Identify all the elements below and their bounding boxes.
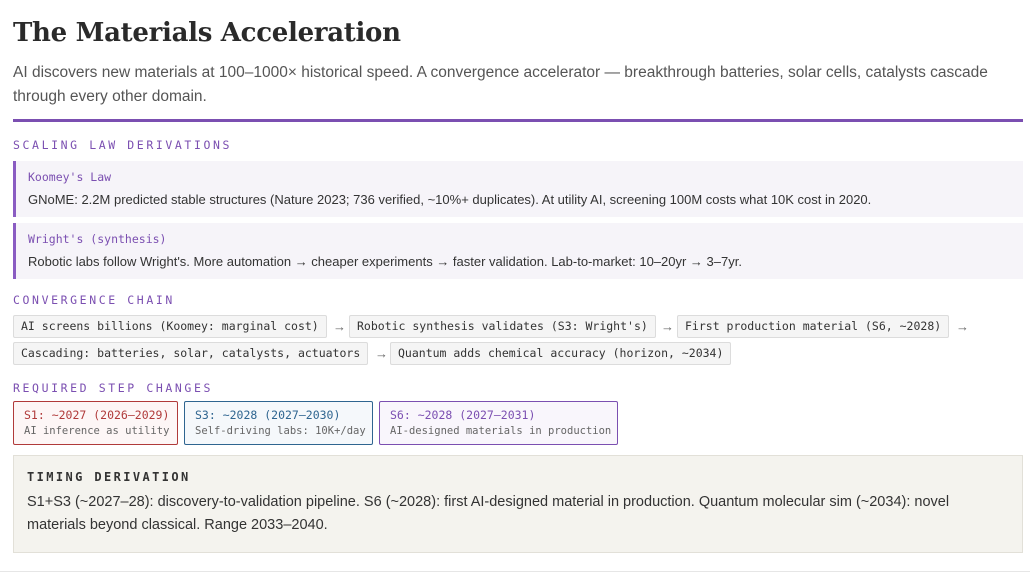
timing-derivation-panel: TIMING DERIVATION S1+S3 (~2027–28): disc…: [13, 455, 1023, 553]
step-name: S1: ~2027 (2026–2029): [24, 408, 170, 422]
timing-label: TIMING DERIVATION: [27, 470, 191, 484]
step-description: Self-driving labs: 10K+/day: [195, 425, 366, 437]
header-divider: [13, 119, 1023, 122]
step-name: S3: ~2028 (2027–2030): [195, 408, 341, 422]
section-label-scaling: SCALING LAW DERIVATIONS: [13, 138, 233, 152]
chain-arrow: →: [661, 319, 674, 334]
step-card-s6: S6: ~2028 (2027–2031) AI-designed materi…: [379, 401, 618, 445]
law-name: Koomey's Law: [28, 170, 112, 184]
footer-divider: [0, 571, 1030, 572]
chain-step: Quantum adds chemical accuracy (horizon,…: [390, 342, 732, 365]
step-description: AI-designed materials in production: [390, 425, 612, 437]
step-card-s3: S3: ~2028 (2027–2030) Self-driving labs:…: [184, 401, 373, 445]
law-description: GNoME: 2.2M predicted stable structures …: [28, 192, 872, 207]
page-subtitle: AI discovers new materials at 100–1000× …: [13, 64, 988, 105]
chain-arrow: →: [333, 319, 346, 334]
chain-step: Cascading: batteries, solar, catalysts, …: [13, 342, 369, 365]
step-name: S6: ~2028 (2027–2031): [390, 408, 536, 422]
chain-step: Robotic synthesis validates (S3: Wright'…: [349, 315, 656, 338]
timing-text: S1+S3 (~2027–28): discovery-to-validatio…: [27, 494, 950, 533]
chain-arrow: →: [956, 319, 969, 334]
step-description: AI inference as utility: [24, 425, 170, 437]
law-card-wright: Wright's (synthesis) Robotic labs follow…: [13, 223, 1023, 279]
chain-step: First production material (S6, ~2028): [677, 315, 950, 338]
page-title: The Materials Acceleration: [13, 18, 401, 48]
section-label-steps: REQUIRED STEP CHANGES: [13, 381, 213, 395]
law-description: Robotic labs follow Wright's. More autom…: [28, 254, 742, 269]
law-card-koomey: Koomey's Law GNoME: 2.2M predicted stabl…: [13, 161, 1023, 217]
chain-step: AI screens billions (Koomey: marginal co…: [13, 315, 327, 338]
step-card-s1: S1: ~2027 (2026–2029) AI inference as ut…: [13, 401, 178, 445]
section-label-convergence: CONVERGENCE CHAIN: [13, 293, 175, 307]
chain-arrow: →: [375, 346, 388, 361]
law-name: Wright's (synthesis): [28, 232, 167, 246]
